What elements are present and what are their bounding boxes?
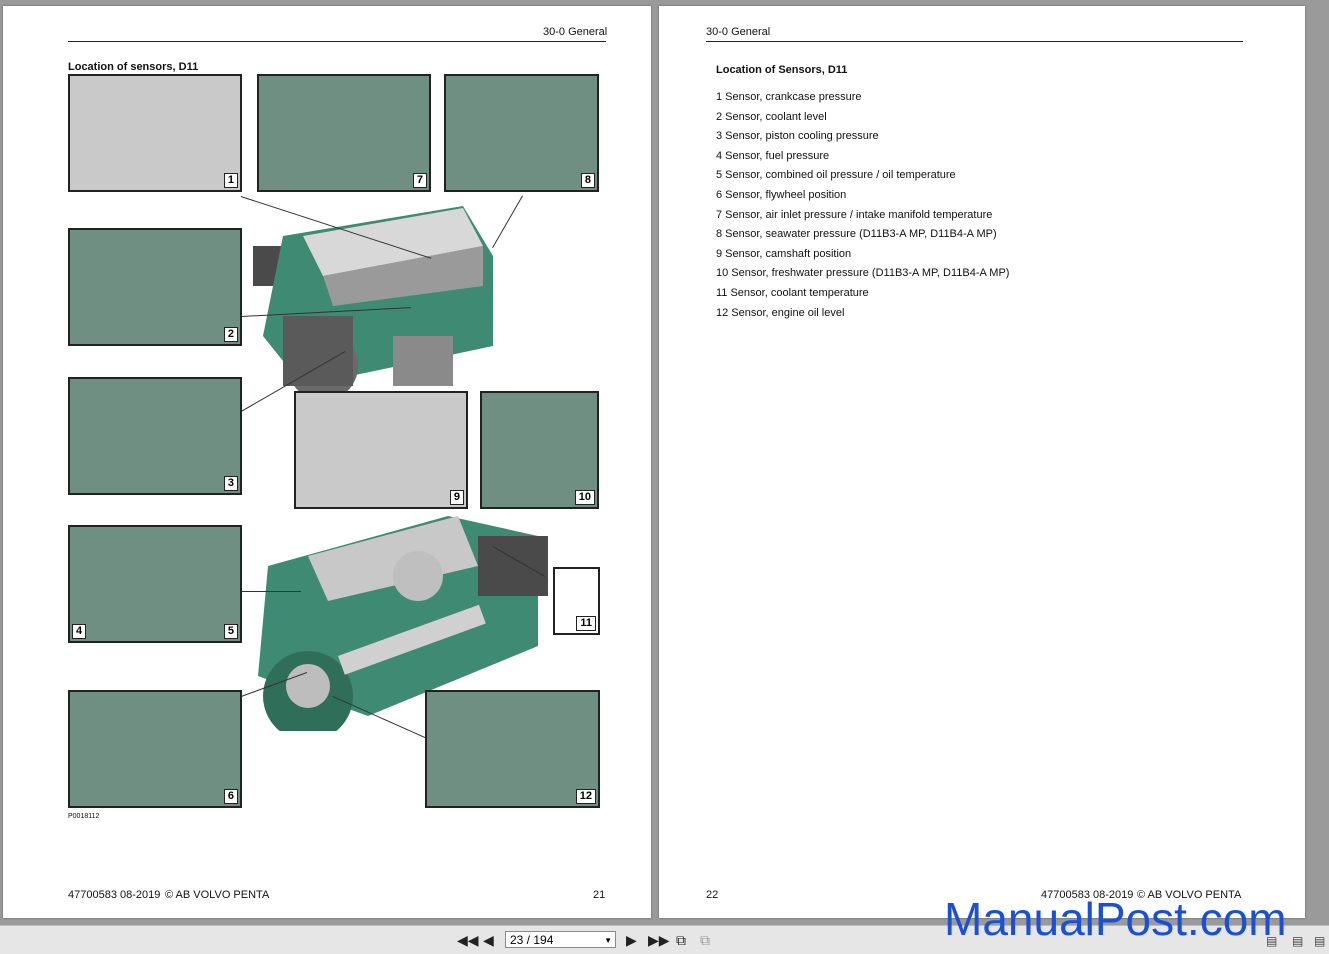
page-number: 21 [593,889,606,901]
panel-number: 9 [449,490,464,505]
panel-number: 1 [223,173,238,188]
watermark-text: ManualPost.com [944,893,1287,945]
page-number-select[interactable]: 23 / 194 ▼ [505,931,616,948]
list-item: 10 Sensor, freshwater pressure (D11B3-A … [716,267,1010,280]
page-number: 22 [706,889,719,901]
detail-panel-8: 8 [444,74,599,192]
next-page-icon[interactable]: ▶ [626,932,637,948]
two-page-icon[interactable]: ▤ [1314,934,1325,948]
detail-panel-4-5: 4 5 [68,525,242,643]
first-page-icon[interactable]: ◀◀ [457,932,479,948]
list-item: 1 Sensor, crankcase pressure [716,91,862,103]
panel-number: 8 [580,173,595,188]
detail-panel-10: 10 [480,391,599,509]
panel-number: 10 [574,490,595,505]
detail-panel-11: 11 [553,567,600,635]
footer-copyright: © AB VOLVO PENTA [165,889,270,901]
panel-number: 4 [72,624,87,639]
panel-number: 5 [223,624,238,639]
leader-line [241,591,301,592]
detail-panel-3: 3 [68,377,242,495]
list-item: 12 Sensor, engine oil level [716,306,845,319]
detail-panel-1: 1 [68,74,242,192]
page-number-value: 23 / 194 [510,933,554,947]
detail-panel-2: 2 [68,228,242,346]
detail-panel-6: 6 [68,690,242,808]
panel-number: 11 [576,616,596,631]
page-header: 30-0 General [706,26,771,38]
panel-number: 3 [223,476,238,491]
list-item: 2 Sensor, coolant level [716,110,827,123]
figure-reference: P0018112 [68,813,100,820]
section-title: Location of Sensors, D11 [716,64,848,76]
header-rule [706,41,1243,42]
fit-width-icon[interactable]: ⧉ [700,932,710,948]
list-item: 5 Sensor, combined oil pressure / oil te… [716,169,956,182]
continuous-page-icon[interactable]: ▤ [1292,934,1303,948]
list-item: 11 Sensor, coolant temperature [716,286,869,299]
detail-panel-9: 9 [294,391,468,509]
detail-panel-7: 7 [257,74,431,192]
list-item: 6 Sensor, flywheel position [716,188,847,201]
footer-doc-number: 47700583 08-2019 [68,889,161,901]
page-header: 30-0 General [543,26,608,38]
last-page-icon[interactable]: ▶▶ [648,932,670,948]
list-item: 7 Sensor, air inlet pressure / intake ma… [716,208,993,221]
left-page: 30-0 General Location of sensors, D11 1 … [3,6,651,918]
prev-page-icon[interactable]: ◀ [483,932,494,948]
list-item: 4 Sensor, fuel pressure [716,149,830,162]
panel-number: 6 [223,789,238,804]
list-item: 9 Sensor, camshaft position [716,247,852,260]
panel-number: 12 [575,789,596,804]
list-item: 8 Sensor, seawater pressure (D11B3-A MP,… [716,228,997,241]
figure-title: Location of sensors, D11 [68,61,199,73]
detail-panel-12: 12 [425,690,600,808]
list-item: 3 Sensor, piston cooling pressure [716,130,879,143]
engine-illustration-top [253,206,493,401]
chevron-down-icon: ▼ [604,936,612,945]
panel-number: 2 [223,327,238,342]
right-page: 30-0 General Location of Sensors, D11 1 … [659,6,1305,918]
sensor-list: 1 Sensor, crankcase pressure 2 Sensor, c… [716,88,1009,323]
fit-page-icon[interactable]: ⧉ [676,932,686,948]
panel-number: 7 [412,173,427,188]
header-rule [68,41,606,42]
